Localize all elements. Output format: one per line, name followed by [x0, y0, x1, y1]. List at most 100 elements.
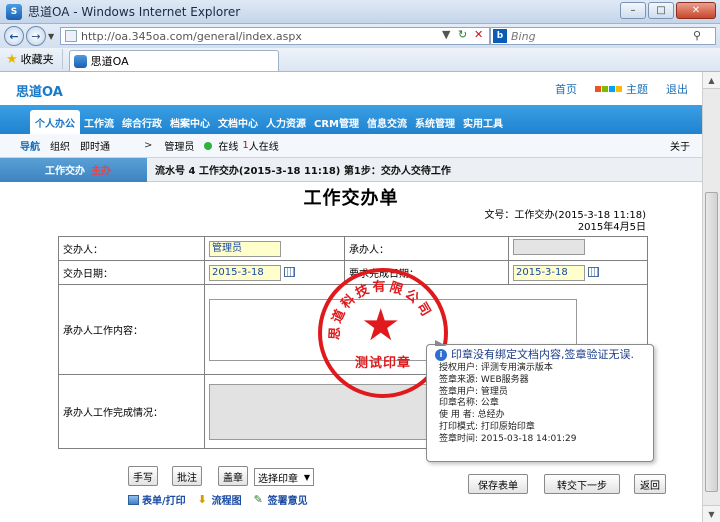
- nav-label[interactable]: 导航: [20, 138, 40, 153]
- seal-star-icon: ★: [361, 300, 401, 351]
- scroll-up-icon[interactable]: ▲: [703, 72, 720, 89]
- print-icon: [128, 494, 139, 505]
- url-text: http://oa.345oa.com/general/index.aspx: [81, 29, 302, 43]
- receiver-cell: [508, 236, 648, 261]
- handwrite-button[interactable]: 手写: [128, 466, 158, 486]
- completion-label: 承办人工作完成情况：: [58, 374, 205, 449]
- assigner-label: 交办人：: [58, 236, 205, 261]
- close-window-button[interactable]: ✕: [676, 2, 716, 19]
- about-link[interactable]: 关于: [670, 138, 690, 153]
- nav-org[interactable]: 组织: [50, 138, 70, 153]
- flow-tab-status: 主办: [91, 166, 111, 177]
- doc-date: 2015年4月5日: [577, 222, 646, 233]
- bottom-links: 表单/打印 ⬇ 流程图 ✎ 签署意见: [128, 492, 308, 507]
- maximize-button[interactable]: □: [648, 2, 674, 19]
- search-input[interactable]: b Bing ⚲: [490, 27, 716, 45]
- history-dropdown-icon[interactable]: ▼: [48, 32, 54, 41]
- favorites-bar: ★ 收藏夹 思道OA: [0, 48, 720, 72]
- back-arrow-icon[interactable]: ←: [4, 26, 24, 46]
- refresh-icon[interactable]: ↻: [458, 28, 467, 41]
- bing-icon: b: [493, 29, 507, 43]
- sub-navigation: 导航 组织 即时通 > 管理员 在线 1 人在线 关于: [0, 134, 702, 158]
- star-icon: ★: [6, 51, 18, 67]
- menu-workflow[interactable]: 工作流: [80, 110, 118, 134]
- tooltip-row: 印章名称: 公章: [439, 398, 499, 409]
- due-date-cell: 2015-3-18: [508, 260, 648, 285]
- home-link[interactable]: 首页: [555, 81, 577, 97]
- back-button[interactable]: 返回: [634, 474, 666, 494]
- receiver-field[interactable]: [513, 239, 585, 255]
- tab-site-icon: [73, 54, 87, 68]
- menu-personal-office[interactable]: 个人办公: [30, 110, 80, 134]
- seal-info-tooltip: i 印章没有绑定文档内容,签章验证无误. 授权用户: 评测专用演示版本 签章来源…: [426, 340, 654, 462]
- assign-date-label: 交办日期：: [58, 260, 205, 285]
- select-seal-dropdown[interactable]: 选择印章 ▼: [254, 468, 314, 486]
- favorites-button[interactable]: ★ 收藏夹: [6, 49, 63, 69]
- calendar-icon[interactable]: [284, 266, 295, 277]
- vertical-scrollbar[interactable]: ▲ ▼: [702, 72, 720, 522]
- next-step-button[interactable]: 转交下一步: [544, 474, 620, 494]
- favorites-label: 收藏夹: [20, 53, 54, 66]
- url-input[interactable]: http://oa.345oa.com/general/index.aspx: [60, 27, 490, 45]
- search-icon[interactable]: ⚲: [693, 29, 701, 42]
- tooltip-row: 签章用户: 管理员: [439, 386, 508, 397]
- page-icon: [65, 30, 77, 42]
- pencil-icon: ✎: [253, 492, 263, 506]
- current-user: 管理员: [164, 142, 195, 153]
- flow-tab[interactable]: 工作交办 主办: [0, 157, 147, 182]
- receiver-label: 承办人：: [344, 236, 509, 261]
- stop-icon[interactable]: ✕: [474, 28, 483, 41]
- assigner-field[interactable]: 管理员: [209, 240, 281, 257]
- flow-tab-label: 工作交办: [45, 166, 85, 177]
- doc-number-text: 文号：工作交办(2015-3-18 11:18): [484, 210, 646, 221]
- content-label: 承办人工作内容：: [58, 284, 205, 375]
- chevron-down-icon: ▼: [303, 472, 310, 482]
- print-form-link[interactable]: 表单/打印: [128, 492, 186, 507]
- menu-tools[interactable]: 实用工具: [459, 110, 507, 134]
- flowchart-link[interactable]: ⬇ 流程图: [197, 492, 242, 508]
- tooltip-row: 签章时间: 2015-03-18 14:01:29: [439, 433, 577, 444]
- window-title: 思道OA - Windows Internet Explorer: [28, 5, 241, 19]
- menu-archives[interactable]: 档案中心: [166, 110, 214, 134]
- flow-bar: 工作交办 主办 流水号 4 工作交办(2015-3-18 11:18) 第1步：…: [0, 157, 702, 182]
- annotate-button[interactable]: 批注: [172, 466, 202, 486]
- form-title: 工作交办单: [303, 188, 399, 209]
- menu-crm[interactable]: CRM管理: [310, 110, 363, 134]
- browser-tab[interactable]: 思道OA: [68, 50, 279, 71]
- url-dropdown-icon[interactable]: ▼: [442, 28, 450, 41]
- doc-number: 文号：工作交办(2015-3-18 11:18) 2015年4月5日: [484, 210, 646, 234]
- scroll-down-icon[interactable]: ▼: [703, 505, 720, 522]
- info-icon: i: [435, 349, 447, 361]
- tab-title: 思道OA: [90, 55, 129, 68]
- assigner-cell: 管理员: [204, 236, 345, 261]
- menu-hr[interactable]: 人力资源: [262, 110, 310, 134]
- sign-opinion-link[interactable]: ✎ 签署意见: [253, 492, 308, 508]
- logout-link[interactable]: 退出: [666, 81, 688, 97]
- assign-date-field[interactable]: 2015-3-18: [209, 264, 281, 281]
- online-suffix[interactable]: 人在线: [249, 138, 279, 153]
- calendar-icon[interactable]: [588, 266, 599, 277]
- online-status-icon: [204, 141, 213, 150]
- flowchart-arrow-icon: ⬇: [197, 492, 207, 506]
- oa-header: 思道OA 首页 主题 退出: [0, 72, 702, 105]
- theme-link[interactable]: 主题: [595, 81, 648, 97]
- sign-opinion-label: 签署意见: [267, 496, 308, 507]
- flow-info: 流水号 4 工作交办(2015-3-18 11:18) 第1步：交办人交待工作: [155, 166, 451, 177]
- forward-arrow-icon[interactable]: →: [26, 26, 46, 46]
- windows-logo-icon: [595, 86, 622, 92]
- save-form-button[interactable]: 保存表单: [468, 474, 528, 494]
- due-date-field[interactable]: 2015-3-18: [513, 264, 585, 281]
- print-form-label: 表单/打印: [142, 496, 186, 507]
- theme-label: 主题: [626, 83, 648, 96]
- seal-button[interactable]: 盖章: [218, 466, 248, 486]
- menu-admin[interactable]: 综合行政: [118, 110, 166, 134]
- scroll-thumb[interactable]: [705, 192, 718, 492]
- top-links: 首页 主题 退出: [555, 81, 688, 97]
- nav-im[interactable]: 即时通: [80, 138, 110, 153]
- menu-messaging[interactable]: 信息交流: [363, 110, 411, 134]
- minimize-button[interactable]: –: [620, 2, 646, 19]
- menu-documents[interactable]: 文档中心: [214, 110, 262, 134]
- menu-system[interactable]: 系统管理: [411, 110, 459, 134]
- online-prefix: 在线: [218, 142, 239, 153]
- tooltip-row: 使 用 者: 总经办: [439, 410, 505, 421]
